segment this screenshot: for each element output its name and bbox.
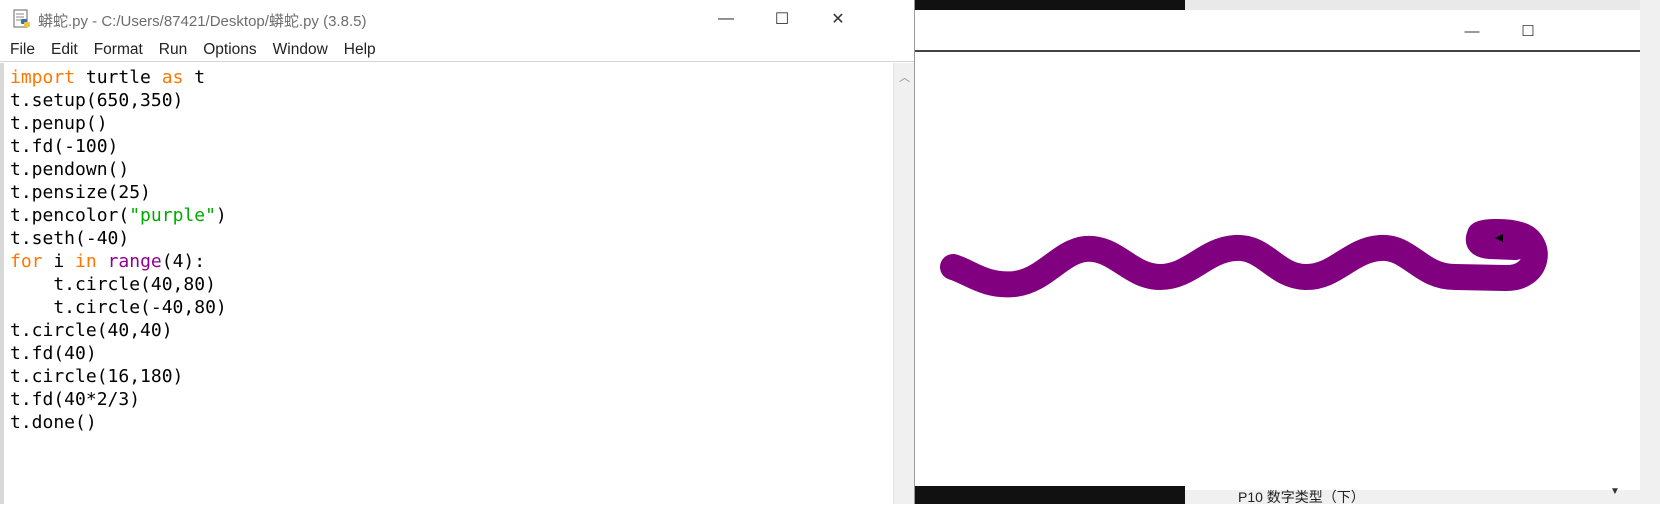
background-window-strip-bottom bbox=[915, 486, 1185, 504]
code-line: t.circle(40,40) bbox=[10, 320, 173, 341]
code-line: t.setup(650,350) bbox=[10, 90, 184, 111]
menu-help[interactable]: Help bbox=[334, 41, 382, 59]
menu-format[interactable]: Format bbox=[84, 41, 149, 59]
minimize-icon: — bbox=[718, 10, 734, 27]
menu-file[interactable]: File bbox=[0, 41, 41, 59]
turtle-graphics-window: — ☐ bbox=[915, 10, 1640, 504]
code-line: t.fd(-100) bbox=[10, 136, 119, 157]
python-file-icon bbox=[13, 9, 30, 28]
background-window-strip bbox=[915, 0, 1185, 10]
maximize-icon: ☐ bbox=[774, 11, 790, 28]
code-line: for i in range(4): bbox=[10, 251, 206, 272]
close-button[interactable]: ✕ bbox=[810, 0, 866, 38]
editor-titlebar[interactable]: 蟒蛇.py - C:/Users/87421/Desktop/蟒蛇.py (3.… bbox=[0, 0, 914, 38]
code-line: import turtle as t bbox=[10, 67, 206, 88]
code-editor[interactable]: import turtle as t t.setup(650,350) t.penu… bbox=[0, 63, 893, 504]
minimize-icon: — bbox=[1464, 22, 1480, 40]
code-line: t.penup() bbox=[10, 113, 108, 134]
code-line: t.fd(40) bbox=[10, 343, 97, 364]
editor-menubar: File Edit Format Run Options Window Help bbox=[0, 38, 914, 62]
code-text[interactable]: import turtle as t t.setup(650,350) t.penu… bbox=[10, 66, 227, 434]
vertical-scrollbar[interactable]: ︿ bbox=[893, 63, 914, 504]
snake-body bbox=[940, 219, 1548, 298]
menu-edit[interactable]: Edit bbox=[41, 41, 84, 59]
code-line: t.done() bbox=[10, 412, 97, 433]
background-window-strip-gray bbox=[1185, 0, 1660, 10]
turtle-canvas bbox=[915, 52, 1640, 489]
scroll-up-arrow-icon[interactable]: ︿ bbox=[899, 69, 910, 85]
minimize-button[interactable]: — bbox=[698, 0, 754, 38]
code-line: t.circle(40,80) bbox=[10, 274, 216, 295]
code-line: t.pencolor("purple") bbox=[10, 205, 227, 226]
editor-title: 蟒蛇.py - C:/Users/87421/Desktop/蟒蛇.py (3.… bbox=[38, 13, 367, 30]
code-line: t.circle(-40,80) bbox=[10, 297, 227, 318]
background-window-edge bbox=[1640, 0, 1660, 504]
menu-options[interactable]: Options bbox=[193, 41, 262, 59]
status-text: P10 数字类型（下） bbox=[1238, 489, 1365, 505]
code-line: t.circle(16,180) bbox=[10, 366, 184, 387]
code-line: t.pendown() bbox=[10, 159, 130, 180]
maximize-icon: ☐ bbox=[1521, 23, 1535, 40]
turtle-maximize-button[interactable]: ☐ bbox=[1503, 16, 1553, 46]
turtle-titlebar[interactable]: — ☐ bbox=[915, 10, 1640, 50]
dropdown-arrow-icon[interactable]: ▼ bbox=[1610, 486, 1620, 497]
code-line: t.fd(40*2/3) bbox=[10, 389, 141, 410]
snake-drawing bbox=[940, 219, 1548, 298]
menu-run[interactable]: Run bbox=[149, 41, 193, 59]
idle-editor-window: 蟒蛇.py - C:/Users/87421/Desktop/蟒蛇.py (3.… bbox=[0, 0, 915, 504]
menu-window[interactable]: Window bbox=[263, 41, 334, 59]
code-line: t.seth(-40) bbox=[10, 228, 130, 249]
code-line: t.pensize(25) bbox=[10, 182, 151, 203]
turtle-minimize-button[interactable]: — bbox=[1447, 16, 1497, 46]
maximize-button[interactable]: ☐ bbox=[754, 0, 810, 38]
close-icon: ✕ bbox=[831, 11, 845, 28]
